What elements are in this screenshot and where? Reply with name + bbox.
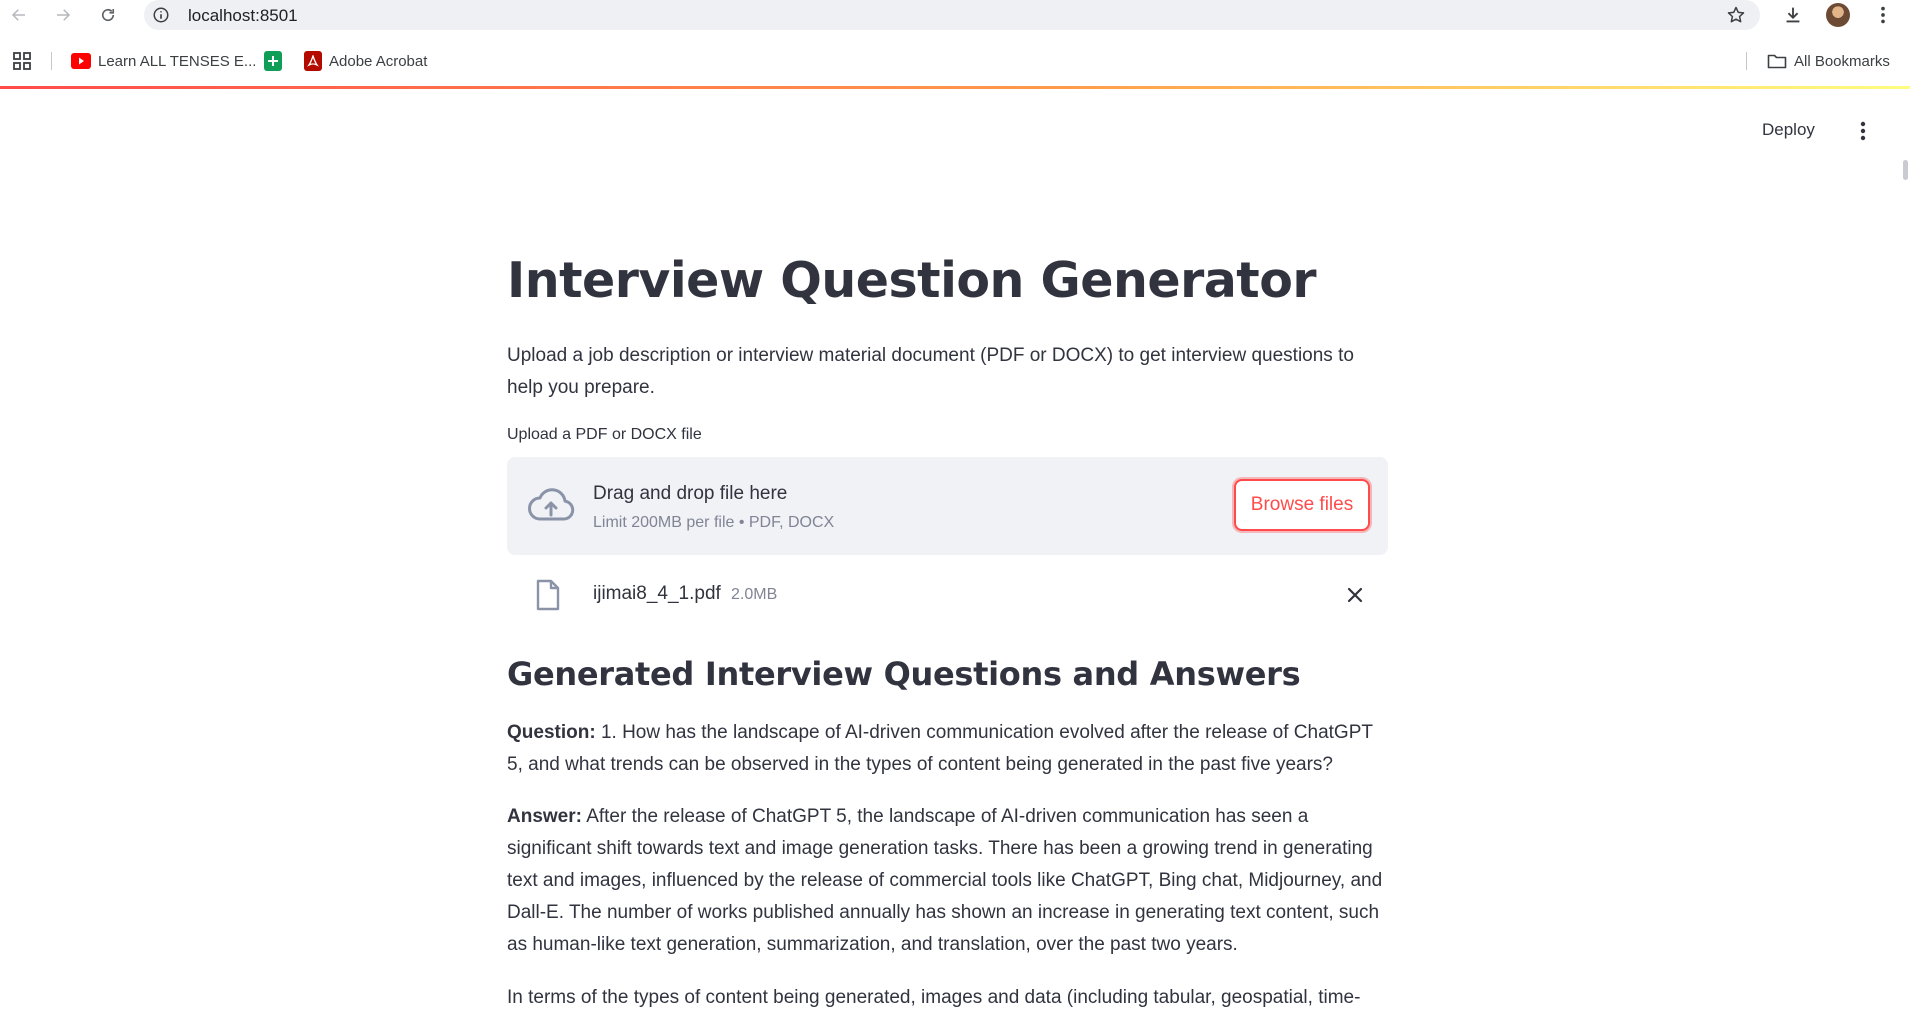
profile-avatar[interactable] — [1826, 3, 1850, 27]
bookmark-item-sheets[interactable] — [264, 50, 289, 72]
apps-grid-icon[interactable] — [12, 50, 32, 72]
bookmark-separator — [51, 52, 52, 70]
question-text: 1. How has the landscape of AI-driven co… — [507, 722, 1373, 775]
scrollbar-thumb[interactable] — [1903, 160, 1908, 180]
download-icon[interactable] — [1782, 4, 1804, 26]
file-icon — [536, 579, 560, 611]
site-info-icon[interactable] — [152, 6, 170, 24]
back-arrow-icon[interactable] — [7, 3, 31, 27]
remove-file-close-icon[interactable] — [1343, 583, 1367, 607]
page-title: Interview Question Generator — [507, 252, 1317, 309]
bookmark-star-icon[interactable] — [1726, 5, 1746, 25]
answer-continued-paragraph: In terms of the types of content being g… — [507, 987, 1361, 1008]
url-text[interactable]: localhost:8501 — [188, 6, 298, 26]
uploaded-file-size: 2.0MB — [731, 586, 778, 603]
forward-arrow-icon[interactable] — [51, 3, 75, 27]
file-dropzone[interactable]: Drag and drop file here Limit 200MB per … — [507, 457, 1388, 555]
all-bookmarks-label: All Bookmarks — [1794, 52, 1890, 70]
bookmarks-bar: Learn ALL TENSES E... Adobe Acrobat All … — [0, 38, 1910, 86]
browse-files-button[interactable]: Browse files — [1234, 479, 1370, 531]
bookmark-separator — [1746, 52, 1747, 70]
bookmark-item-acrobat[interactable]: Adobe Acrobat — [304, 50, 427, 72]
answer-paragraph: Answer: After the release of ChatGPT 5, … — [507, 801, 1389, 961]
deploy-button[interactable]: Deploy — [1762, 120, 1815, 140]
google-sheets-icon — [264, 51, 282, 71]
uploaded-file-row: ijimai8_4_1.pdf 2.0MB — [507, 575, 1388, 615]
browser-toolbar: localhost:8501 — [0, 0, 1910, 30]
dropzone-instructions: Drag and drop file here — [593, 483, 788, 504]
app-header: Deploy — [0, 89, 1910, 175]
bookmark-label: Adobe Acrobat — [329, 52, 428, 70]
address-bar[interactable]: localhost:8501 — [144, 0, 1760, 30]
adobe-acrobat-icon — [304, 51, 322, 71]
reload-icon[interactable] — [96, 3, 120, 27]
uploaded-file-name: ijimai8_4_1.pdf — [593, 583, 721, 604]
main-menu-icon[interactable] — [1852, 119, 1874, 143]
folder-icon — [1767, 53, 1787, 69]
browser-menu-icon[interactable] — [1872, 4, 1894, 26]
bookmark-item-youtube[interactable]: Learn ALL TENSES E... — [71, 50, 256, 72]
cloud-upload-icon — [528, 488, 575, 521]
all-bookmarks-button[interactable]: All Bookmarks — [1767, 50, 1890, 72]
section-title: Generated Interview Questions and Answer… — [507, 655, 1301, 693]
answer-label: Answer: — [507, 806, 582, 827]
uploader-label: Upload a PDF or DOCX file — [507, 426, 702, 443]
answer-text: After the release of ChatGPT 5, the land… — [507, 806, 1383, 955]
dropzone-limit-text: Limit 200MB per file • PDF, DOCX — [593, 514, 835, 531]
youtube-icon — [71, 53, 91, 69]
page-description: Upload a job description or interview ma… — [507, 345, 1354, 398]
question-label: Question: — [507, 722, 596, 743]
bookmark-label: Learn ALL TENSES E... — [98, 52, 257, 70]
question-paragraph: Question: 1. How has the landscape of AI… — [507, 717, 1389, 781]
